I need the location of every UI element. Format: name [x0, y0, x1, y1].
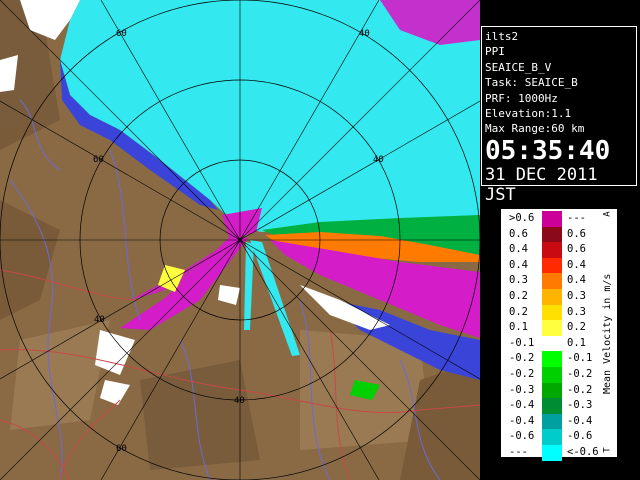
legend-right-value: 0.6 [567, 227, 586, 240]
legend-color-swatch [542, 445, 562, 461]
ring-label-40-e: 40 [373, 155, 384, 165]
legend-color-swatch [542, 413, 562, 430]
legend-left-value: -0.2 [509, 352, 535, 365]
ring-label-60-nw: 60 [116, 29, 127, 39]
legend-right-value: 0.4 [567, 274, 586, 287]
legend-left-value: --- [509, 446, 528, 458]
legend-color-swatch [542, 429, 562, 445]
legend-left-value: -0.3 [509, 383, 535, 396]
legend-color-swatch [542, 273, 562, 289]
legend-right-value: 0.3 [567, 290, 586, 302]
legend-color-swatch [542, 226, 562, 243]
legend-color-swatch [542, 211, 562, 227]
legend-right-value: -0.2 [567, 368, 593, 380]
ring-label-40-w: 40 [94, 315, 105, 325]
legend-right-value: -0.4 [567, 414, 593, 427]
legend-left-value: 0.4 [509, 258, 528, 271]
legend-right-value: 0.3 [567, 305, 586, 318]
legend-left-value: -0.2 [509, 368, 535, 380]
legend-left-value: 0.2 [509, 305, 528, 318]
task-name: Task: SEAICE_B [485, 76, 578, 90]
velocity-legend: >0.6 --- 0.6 0.6 0.4 0.6 0.4 0.4 0.3 0.4 0.2 0.3 0.2… [500, 208, 618, 461]
legend-title: Mean Velocity in m/s [602, 273, 613, 395]
legend-color-swatch [542, 304, 562, 321]
scan-date: 31 DEC 2011 JST [485, 164, 598, 205]
legend-color-swatch [542, 289, 562, 305]
legend-color-swatch [542, 320, 562, 336]
legend-color-swatch [542, 351, 562, 367]
station-name: ilts2 [485, 30, 519, 43]
legend-left-value: -0.4 [509, 399, 535, 412]
legend-left-value: 0.2 [509, 290, 528, 302]
legend-right-value: <-0.6 [567, 446, 599, 458]
radar-ppi-map[interactable]: 60 40 40 60 40 40 60 [0, 0, 480, 480]
legend-right-value: -0.2 [567, 383, 593, 396]
legend-left-value: -0.6 [509, 430, 535, 443]
legend-right-value: -0.3 [567, 399, 593, 412]
legend-left-value: 0.4 [509, 243, 528, 256]
legend-left-value: -0.4 [509, 414, 535, 427]
legend-right-value: 0.6 [567, 243, 586, 256]
legend-left-value: 0.1 [509, 321, 528, 334]
legend-left-value: 0.6 [509, 227, 528, 240]
legend-left-value: >0.6 [509, 212, 535, 224]
legend-right-value: 0.1 [567, 336, 586, 349]
product-name: SEAICE_B_V [485, 60, 552, 74]
legend-color-swatch [542, 242, 562, 258]
legend-right-value: 0.4 [567, 258, 586, 271]
legend-right-value: -0.6 [567, 430, 593, 443]
ring-label-60-n: 60 [93, 155, 104, 165]
ring-label-40-n: 40 [359, 29, 370, 39]
radar-map-svg: 60 40 40 60 40 40 60 [0, 0, 480, 480]
legend-color-swatch [542, 257, 562, 274]
legend-right-value: -0.1 [567, 352, 593, 365]
legend-right-value: --- [567, 212, 586, 224]
scan-info-box: ilts2 PPI SEAICE_B_V Task: SEAICE_B PRF:… [481, 26, 637, 205]
legend-corner-bottom: T [602, 447, 613, 453]
ring-label-60-sw: 60 [116, 444, 127, 454]
ring-label-40-s: 40 [234, 396, 245, 406]
legend-color-swatch [542, 367, 562, 383]
legend-color-swatch [542, 382, 562, 399]
legend-right-value: 0.2 [567, 321, 586, 334]
legend-color-swatch [542, 335, 562, 352]
legend-left-value: -0.1 [509, 336, 535, 349]
legend-left-value: 0.3 [509, 274, 528, 287]
prf-value: PRF: 1000Hz [485, 91, 558, 105]
max-range-value: Max Range:60 km [485, 122, 585, 136]
legend-color-swatch [542, 398, 562, 414]
scan-time: 05:35:40 [485, 135, 611, 166]
azimuth-lines [0, 0, 480, 480]
scan-mode: PPI [485, 45, 505, 59]
legend-corner-top: A [602, 211, 613, 217]
elevation-value: Elevation:1.1 [485, 107, 572, 121]
